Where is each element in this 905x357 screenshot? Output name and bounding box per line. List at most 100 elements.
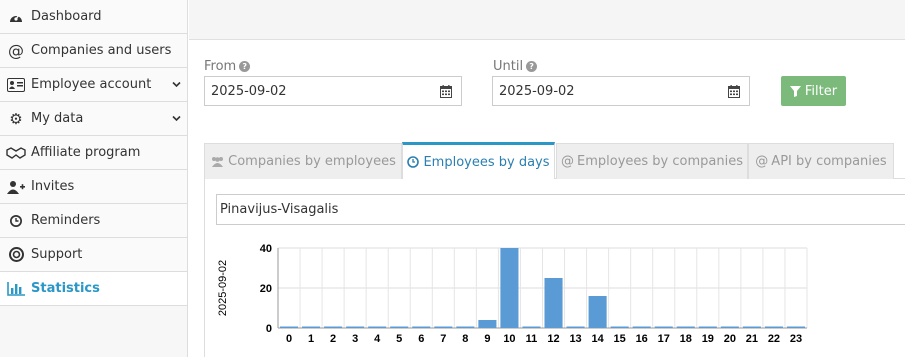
sidebar-item-label: Dashboard <box>31 9 102 24</box>
employees-by-hour-chart: 020400 1 2 3 4 5 6 7 8 9 10 11 12 13 14 15 16 17 18 19 20 21 2… <box>217 243 808 345</box>
tab-employees-by-days[interactable]: Employees by days <box>402 142 555 179</box>
tab-api-by-companies[interactable]: @ API by companies <box>748 143 894 179</box>
sidebar-item-invites[interactable]: Invites <box>0 170 187 204</box>
x-tick-label: 0 <box>286 333 292 345</box>
user-plus-icon <box>6 180 26 194</box>
x-tick-label: 11 <box>526 333 538 345</box>
x-tick-label: 6 <box>418 333 424 345</box>
sidebar-item-companies-and-users[interactable]: @ Companies and users <box>0 34 187 68</box>
x-tick-label: 17 <box>658 333 670 345</box>
id-card-icon <box>6 77 26 92</box>
sidebar-item-employee-account[interactable]: Employee account <box>0 68 187 102</box>
bar-chart-icon <box>6 281 26 296</box>
x-tick-label: 3 <box>352 333 358 345</box>
bar <box>720 326 739 328</box>
y-tick-label: 20 <box>260 283 272 295</box>
from-calendar-button[interactable] <box>431 76 462 106</box>
clock-icon <box>6 214 26 228</box>
bar <box>676 326 695 328</box>
bar <box>544 278 563 328</box>
sidebar-item-reminders[interactable]: Reminders <box>0 204 187 238</box>
sidebar-item-label: Support <box>31 247 83 262</box>
x-tick-label: 14 <box>591 333 604 345</box>
at-icon: @ <box>561 154 574 169</box>
x-tick-label: 2 <box>330 333 336 345</box>
sidebar-item-affiliate-program[interactable]: Affiliate program <box>0 136 187 170</box>
filter-button-label: Filter <box>804 83 838 99</box>
tab-companies-by-employees[interactable]: Companies by employees <box>204 143 402 179</box>
x-tick-label: 19 <box>702 333 714 345</box>
bar <box>368 326 387 328</box>
until-calendar-button[interactable] <box>719 76 750 106</box>
stats-tabs: Companies by employees Employees by days… <box>204 142 905 179</box>
bar <box>698 326 717 328</box>
x-tick-label: 23 <box>790 333 802 345</box>
until-label-text: Until <box>493 59 524 74</box>
calendar-icon <box>440 84 452 98</box>
x-tick-label: 8 <box>462 333 468 345</box>
bar <box>302 326 321 328</box>
at-icon: @ <box>8 41 24 60</box>
filter-icon <box>789 85 801 97</box>
sidebar-item-label: Companies and users <box>31 43 172 58</box>
sidebar-item-support[interactable]: Support <box>0 238 187 272</box>
y-axis-label: 2025-09-02 <box>217 260 229 316</box>
sidebar-item-label: Statistics <box>31 281 100 296</box>
sidebar-item-label: Invites <box>31 179 75 194</box>
x-tick-label: 15 <box>614 333 626 345</box>
tab-label: Employees by days <box>423 154 550 170</box>
x-tick-label: 12 <box>547 333 559 345</box>
cogs-icon: ⚙ <box>9 109 23 128</box>
calendar-icon <box>728 84 740 98</box>
bar <box>390 326 409 328</box>
sidebar-item-label: Employee account <box>31 77 152 92</box>
bar <box>279 326 299 328</box>
bar <box>610 326 629 328</box>
from-date-input[interactable]: 2025-09-02 <box>204 76 432 106</box>
bar <box>786 326 806 328</box>
x-tick-label: 7 <box>440 333 446 345</box>
bar <box>346 326 365 328</box>
chevron-down-icon <box>172 79 181 90</box>
y-tick-label: 0 <box>266 323 272 335</box>
at-icon: @ <box>755 154 769 169</box>
company-select[interactable]: Pinavijus-Visagalis <box>216 194 905 225</box>
sidebar-item-label: Affiliate program <box>31 145 141 160</box>
x-tick-label: 1 <box>308 333 314 345</box>
life-ring-icon <box>6 247 26 262</box>
bar <box>434 326 453 328</box>
dashboard-icon <box>6 10 26 24</box>
filter-button[interactable]: Filter <box>781 76 846 106</box>
bar <box>522 326 541 328</box>
bar <box>566 326 585 328</box>
x-tick-label: 20 <box>724 333 736 345</box>
top-bar <box>189 0 905 40</box>
tab-label: Employees by companies <box>577 154 743 169</box>
sidebar-item-my-data[interactable]: ⚙ My data <box>0 102 187 136</box>
x-tick-label: 9 <box>484 333 490 345</box>
handshake-icon <box>6 146 26 160</box>
x-tick-label: 16 <box>636 333 648 345</box>
x-tick-label: 4 <box>374 333 381 345</box>
x-tick-label: 22 <box>768 333 780 345</box>
until-date-input[interactable]: 2025-09-02 <box>492 76 720 106</box>
sidebar-item-label: My data <box>31 111 84 126</box>
bar <box>654 326 673 328</box>
tab-label: Companies by employees <box>228 154 396 169</box>
bar <box>456 326 475 328</box>
sidebar-item-statistics[interactable]: Statistics <box>0 272 187 306</box>
x-tick-label: 5 <box>396 333 402 345</box>
until-label: Until? <box>493 59 538 74</box>
clock-icon <box>407 156 420 168</box>
tab-employees-by-companies[interactable]: @ Employees by companies <box>556 143 748 179</box>
from-label: From? <box>204 59 251 74</box>
tab-label: API by companies <box>771 154 887 169</box>
from-label-text: From <box>204 59 237 74</box>
x-tick-label: 13 <box>569 333 581 345</box>
bar <box>764 326 783 328</box>
sidebar: Dashboard @ Companies and users Employee… <box>0 0 188 357</box>
sidebar-item-dashboard[interactable]: Dashboard <box>0 0 187 34</box>
bar <box>412 326 431 328</box>
bar <box>324 326 343 328</box>
bar <box>742 326 761 328</box>
